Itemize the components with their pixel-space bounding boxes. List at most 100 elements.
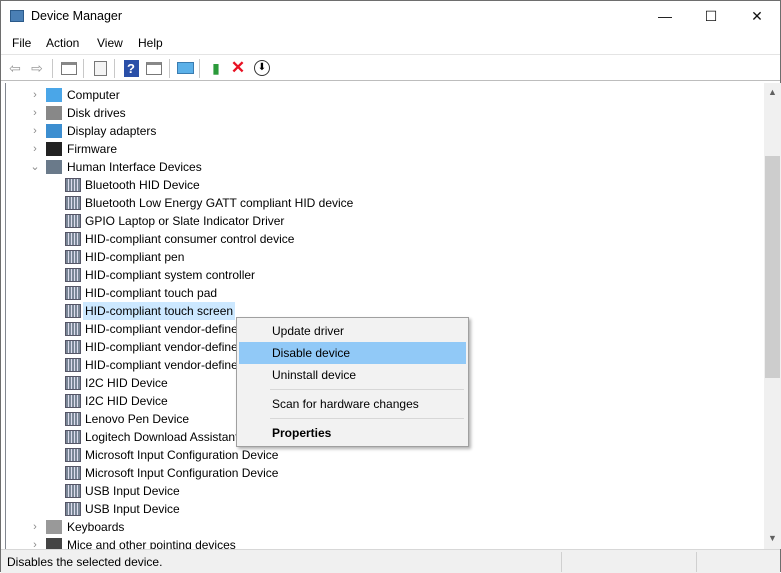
tree-category[interactable]: › Display adapters bbox=[6, 122, 764, 140]
back-icon[interactable]: ⇦ bbox=[6, 59, 24, 77]
menu-separator bbox=[270, 389, 464, 390]
menu-bar: File Action View Help bbox=[1, 33, 780, 54]
vertical-scrollbar[interactable]: ▲ ▼ bbox=[764, 83, 781, 549]
scan-hardware-icon[interactable] bbox=[176, 59, 194, 77]
chevron-right-icon[interactable]: › bbox=[30, 518, 40, 536]
tree-label: USB Input Device bbox=[85, 502, 180, 516]
hid-device-icon bbox=[65, 322, 81, 336]
chevron-right-icon[interactable]: › bbox=[30, 140, 40, 158]
disable-icon[interactable]: ⬇ bbox=[253, 59, 271, 77]
close-button[interactable]: ✕ bbox=[734, 1, 780, 32]
chevron-right-icon[interactable]: › bbox=[30, 122, 40, 140]
hid-device-icon bbox=[65, 178, 81, 192]
tree-label: Bluetooth Low Energy GATT compliant HID … bbox=[85, 196, 354, 210]
tree-device[interactable]: HID-compliant system controller bbox=[6, 266, 764, 284]
device-tree: › Computer › Disk drives › Display adapters › F… bbox=[5, 83, 764, 549]
chevron-right-icon[interactable]: › bbox=[30, 536, 40, 549]
tree-device[interactable]: HID-compliant pen bbox=[6, 248, 764, 266]
tree-device[interactable]: Bluetooth HID Device bbox=[6, 176, 764, 194]
help-icon[interactable]: ? bbox=[122, 59, 140, 77]
status-text: Disables the selected device. bbox=[7, 555, 163, 569]
status-separator bbox=[696, 552, 697, 572]
tree-device[interactable]: Microsoft Input Configuration Device bbox=[6, 446, 764, 464]
category-icon bbox=[46, 142, 62, 156]
device-manager-window: Device Manager — ☐ ✕ File Action View He… bbox=[0, 0, 781, 573]
tree-label: USB Input Device bbox=[85, 484, 180, 498]
category-icon bbox=[46, 538, 62, 549]
toolbar-separator bbox=[83, 59, 84, 78]
category-icon bbox=[46, 88, 62, 102]
hid-device-icon bbox=[65, 196, 81, 210]
tree-label: HID-compliant touch screen bbox=[83, 302, 236, 320]
tree-label: Microsoft Input Configuration Device bbox=[85, 466, 279, 480]
tree-label: Bluetooth HID Device bbox=[85, 178, 200, 192]
menu-separator bbox=[270, 418, 464, 419]
tree-category[interactable]: › Mice and other pointing devices bbox=[6, 536, 764, 549]
hid-device-icon bbox=[65, 250, 81, 264]
menu-scan-hardware[interactable]: Scan for hardware changes bbox=[239, 393, 466, 415]
tree-label: Keyboards bbox=[67, 520, 125, 534]
tree-label: Human Interface Devices bbox=[67, 160, 202, 174]
category-icon bbox=[46, 124, 62, 138]
update-driver-icon[interactable]: ▮ bbox=[207, 59, 225, 77]
tree-device[interactable]: HID-compliant touch pad bbox=[6, 284, 764, 302]
tree-category[interactable]: › Disk drives bbox=[6, 104, 764, 122]
menu-help[interactable]: Help bbox=[138, 36, 163, 50]
hid-device-icon bbox=[65, 448, 81, 462]
tree-category[interactable]: › Firmware bbox=[6, 140, 764, 158]
tree-label: Display adapters bbox=[67, 124, 157, 138]
chevron-right-icon[interactable]: › bbox=[30, 86, 40, 104]
tree-label: Disk drives bbox=[67, 106, 126, 120]
tree-device[interactable]: USB Input Device bbox=[6, 482, 764, 500]
tree-label: HID-compliant consumer control device bbox=[85, 232, 295, 246]
tree-device[interactable]: HID-compliant consumer control device bbox=[6, 230, 764, 248]
tree-device[interactable]: Bluetooth Low Energy GATT compliant HID … bbox=[6, 194, 764, 212]
tree-device[interactable]: GPIO Laptop or Slate Indicator Driver bbox=[6, 212, 764, 230]
tree-device[interactable]: Microsoft Input Configuration Device bbox=[6, 464, 764, 482]
hid-device-icon bbox=[65, 286, 81, 300]
tree-category[interactable]: ⌄ Human Interface Devices bbox=[6, 158, 764, 176]
hid-device-icon bbox=[65, 484, 81, 498]
menu-view[interactable]: View bbox=[97, 36, 123, 50]
menu-uninstall-device[interactable]: Uninstall device bbox=[239, 364, 466, 386]
tree-device[interactable]: USB Input Device bbox=[6, 500, 764, 518]
hid-device-icon bbox=[65, 376, 81, 390]
hid-device-icon bbox=[65, 502, 81, 516]
hid-device-icon bbox=[65, 412, 81, 426]
tree-label: HID-compliant touch pad bbox=[85, 286, 218, 300]
scrollbar-thumb[interactable] bbox=[765, 156, 780, 378]
hid-device-icon bbox=[65, 466, 81, 480]
toolbar-separator bbox=[199, 59, 200, 78]
tree-category[interactable]: › Keyboards bbox=[6, 518, 764, 536]
tree-category[interactable]: › Computer bbox=[6, 86, 764, 104]
tree-label: GPIO Laptop or Slate Indicator Driver bbox=[85, 214, 285, 228]
properties-icon[interactable] bbox=[91, 59, 109, 77]
toolbar: ⇦ ⇨ ? ▮ ✕ ⬇ bbox=[1, 54, 780, 81]
scroll-up-arrow[interactable]: ▲ bbox=[764, 87, 781, 97]
toolbar-separator bbox=[114, 59, 115, 78]
scroll-down-arrow[interactable]: ▼ bbox=[764, 533, 781, 543]
hid-device-icon bbox=[65, 340, 81, 354]
minimize-button[interactable]: — bbox=[642, 1, 688, 32]
chevron-right-icon[interactable]: › bbox=[30, 104, 40, 122]
menu-update-driver[interactable]: Update driver bbox=[239, 320, 466, 342]
hid-device-icon bbox=[65, 394, 81, 408]
uninstall-icon[interactable]: ✕ bbox=[229, 58, 247, 77]
menu-action[interactable]: Action bbox=[46, 36, 79, 50]
hid-device-icon bbox=[65, 232, 81, 246]
menu-file[interactable]: File bbox=[12, 36, 31, 50]
maximize-button[interactable]: ☐ bbox=[688, 1, 734, 32]
forward-icon[interactable]: ⇨ bbox=[28, 59, 46, 77]
show-hide-console-tree-icon[interactable] bbox=[60, 59, 78, 77]
window-title: Device Manager bbox=[31, 9, 123, 23]
hid-device-icon bbox=[65, 214, 81, 228]
tree-label: Microsoft Input Configuration Device bbox=[85, 448, 279, 462]
action-pane-icon[interactable] bbox=[145, 59, 163, 77]
hid-device-icon bbox=[65, 358, 81, 372]
chevron-down-icon[interactable]: ⌄ bbox=[30, 158, 40, 176]
hid-device-icon bbox=[65, 430, 81, 444]
menu-properties[interactable]: Properties bbox=[239, 422, 466, 444]
menu-disable-device[interactable]: Disable device bbox=[239, 342, 466, 364]
hid-device-icon bbox=[65, 268, 81, 282]
toolbar-separator bbox=[52, 59, 53, 78]
